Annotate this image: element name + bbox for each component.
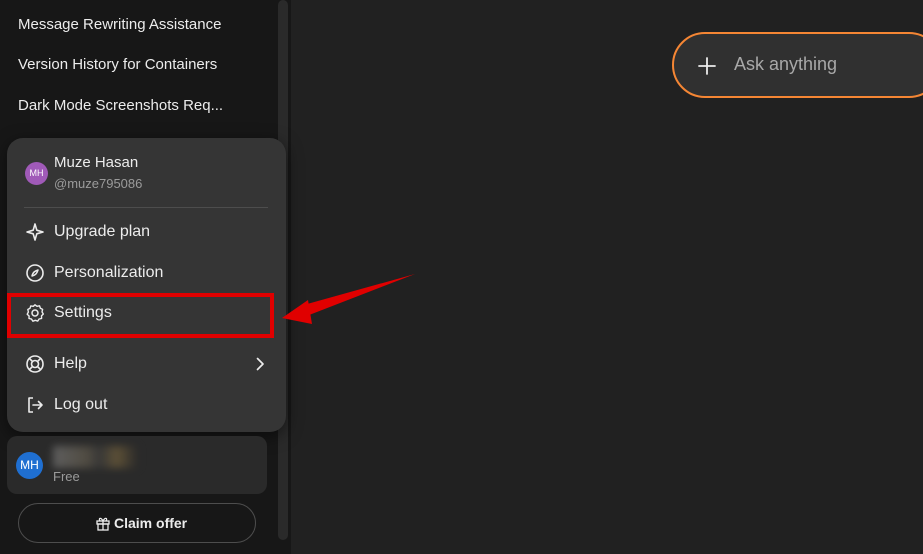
app-window: Message Rewriting Assistance Version His…	[0, 0, 923, 554]
menu-item-upgrade-plan[interactable]: Upgrade plan	[17, 213, 276, 251]
gift-icon	[96, 517, 110, 531]
menu-item-settings[interactable]: Settings	[17, 294, 276, 332]
lifebuoy-icon	[26, 355, 44, 373]
chat-item[interactable]: Message Rewriting Assistance	[18, 13, 268, 37]
menu-item-log-out[interactable]: Log out	[17, 386, 276, 424]
menu-item-label: Personalization	[54, 264, 164, 281]
prompt-composer[interactable]: Ask anything	[672, 32, 923, 98]
menu-divider	[24, 207, 268, 208]
account-card[interactable]: MH Free	[7, 436, 267, 494]
menu-item-help[interactable]: Help	[17, 345, 276, 383]
blurred-username	[53, 446, 138, 468]
chevron-right-icon	[256, 357, 264, 371]
sidebar: Message Rewriting Assistance Version His…	[0, 0, 291, 554]
profile-name: Muze Hasan	[54, 154, 139, 171]
claim-offer-button[interactable]: Claim offer	[18, 503, 256, 543]
chat-item[interactable]: Dark Mode Screenshots Req...	[18, 94, 268, 118]
plus-icon[interactable]	[696, 55, 718, 77]
personalization-icon	[26, 264, 44, 282]
gear-icon	[26, 304, 44, 322]
sparkle-icon	[26, 223, 44, 241]
plan-label: Free	[53, 469, 80, 484]
menu-item-personalization[interactable]: Personalization	[17, 254, 276, 292]
prompt-placeholder: Ask anything	[734, 54, 838, 74]
menu-item-label: Log out	[54, 396, 108, 413]
profile-row: MH Muze Hasan @muze795086	[25, 154, 275, 194]
avatar: MH	[25, 162, 48, 185]
logout-icon	[28, 397, 43, 413]
avatar: MH	[16, 452, 43, 479]
menu-item-label: Settings	[54, 304, 112, 321]
account-menu: MH Muze Hasan @muze795086 Upgrade plan P…	[7, 138, 286, 432]
menu-item-label: Upgrade plan	[54, 223, 151, 240]
chat-item[interactable]: Version History for Containers	[18, 53, 268, 77]
menu-item-label: Help	[54, 355, 87, 372]
profile-handle: @muze795086	[54, 176, 143, 191]
claim-offer-label: Claim offer	[114, 515, 188, 531]
